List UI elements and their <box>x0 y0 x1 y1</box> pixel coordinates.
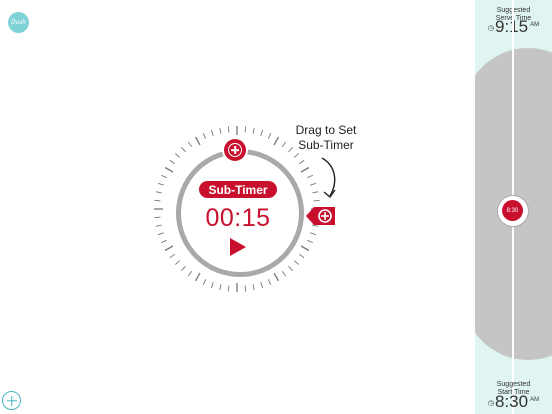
subtimer-label: Sub-Timer <box>199 181 277 198</box>
dial-tick <box>160 239 167 244</box>
dial-tick <box>187 141 193 147</box>
dial-tick <box>210 129 214 136</box>
dial-tick <box>164 166 174 173</box>
clock-icon: ◷ <box>487 400 494 407</box>
play-icon[interactable] <box>230 238 246 256</box>
drag-hint: Drag to Set Sub-Timer <box>295 123 357 152</box>
dial-tick <box>300 245 310 252</box>
subtimer-drag-handle[interactable] <box>306 205 336 227</box>
add-top-button[interactable] <box>224 139 246 161</box>
dial-tick <box>202 279 207 286</box>
dial-tick <box>252 284 255 291</box>
dial-tick <box>164 245 174 252</box>
dial-tick <box>267 279 272 286</box>
dial-tick <box>175 260 181 265</box>
dial-tick <box>181 147 186 153</box>
dial-tick <box>293 260 299 265</box>
schedule-panel: Suggested Serve Time ◷ 9:15 AM 8:30 Sugg… <box>475 0 552 414</box>
start-time: ◷ 8:30 AM <box>487 392 540 411</box>
dial-tick <box>244 126 247 133</box>
dial-tick <box>202 132 207 139</box>
dial-tick <box>273 272 280 282</box>
dial-tick <box>155 224 162 227</box>
dial-tick <box>244 285 247 292</box>
dial-tick <box>281 141 287 147</box>
dial-tick <box>194 136 201 146</box>
dial-tick <box>219 127 222 134</box>
dial-tick <box>169 253 175 259</box>
dial-tick <box>181 265 186 271</box>
dial-tick <box>227 126 230 133</box>
dial-tick <box>187 271 193 277</box>
dial-tick <box>281 271 287 277</box>
dial-tick <box>267 132 272 139</box>
app-logo: Dash <box>8 12 29 33</box>
dial-tick <box>210 282 214 289</box>
dial-tick <box>175 153 181 158</box>
dial-tick <box>169 159 175 165</box>
dial-tick <box>154 199 161 202</box>
dial-tick <box>157 182 164 186</box>
dial-tick <box>219 284 222 291</box>
dial-tick <box>194 272 201 282</box>
dial-tick <box>299 159 305 165</box>
timer-readout: 00:15 <box>205 204 271 232</box>
plus-icon <box>228 143 242 157</box>
dial-tick <box>307 239 314 244</box>
dial-tick <box>252 127 255 134</box>
clock-icon: ◷ <box>487 25 494 32</box>
dial-tick <box>227 285 230 292</box>
dial-tick <box>157 232 164 236</box>
timeline-marker[interactable]: 8:30 <box>497 195 529 227</box>
hint-arrow-icon <box>321 157 336 199</box>
dial-tick <box>300 166 310 173</box>
dial-tick <box>160 174 167 179</box>
dial-tick <box>299 253 305 259</box>
dial-tick <box>260 129 264 136</box>
dial-tick <box>310 232 317 236</box>
dial-tick <box>273 136 280 146</box>
dial-tick <box>260 282 264 289</box>
dial-tick <box>293 153 299 158</box>
add-button[interactable] <box>2 391 21 410</box>
dial-tick <box>154 216 161 219</box>
dial-tick <box>288 265 293 271</box>
dial-tick <box>155 191 162 194</box>
